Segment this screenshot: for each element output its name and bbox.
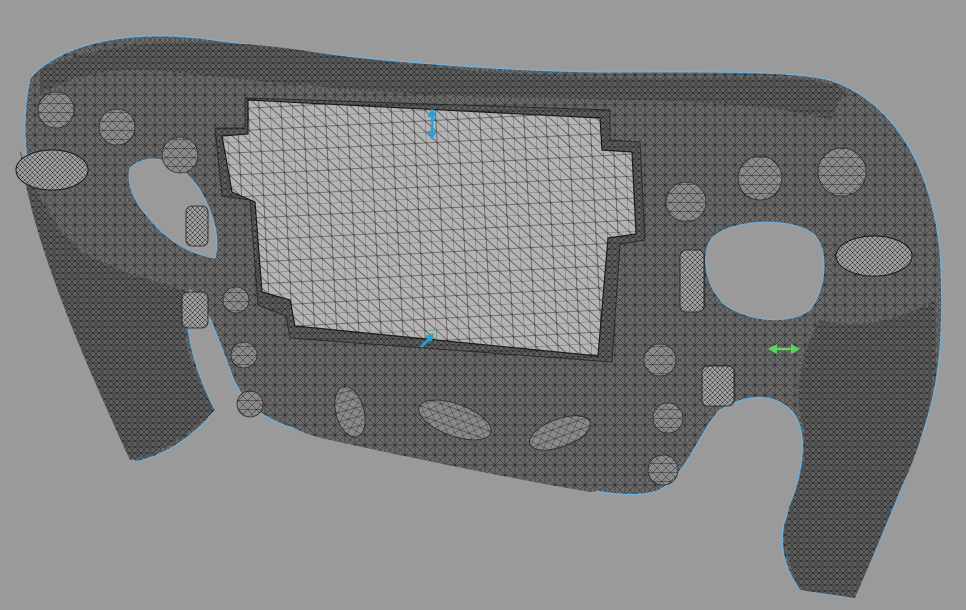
left-small-knob[interactable] [185, 205, 209, 247]
round-button[interactable] [37, 91, 75, 129]
round-button[interactable] [652, 402, 684, 434]
round-button[interactable] [647, 454, 679, 486]
3d-viewport[interactable] [0, 0, 966, 610]
round-button[interactable] [230, 341, 258, 369]
round-button[interactable] [817, 147, 867, 197]
round-button[interactable] [98, 108, 136, 146]
round-button[interactable] [665, 181, 707, 223]
round-button[interactable] [643, 343, 677, 377]
left-rotary-knob[interactable] [15, 149, 89, 191]
round-button[interactable] [222, 286, 250, 314]
right-small-knob[interactable] [679, 249, 705, 313]
mesh-scene[interactable] [0, 0, 966, 610]
right-lower-knob[interactable] [701, 365, 735, 407]
left-lower-knob[interactable] [181, 291, 209, 329]
round-button[interactable] [161, 136, 199, 174]
right-grip [785, 300, 936, 598]
round-button[interactable] [236, 390, 264, 418]
round-button[interactable] [737, 155, 783, 201]
right-rotary-knob[interactable] [835, 235, 913, 277]
